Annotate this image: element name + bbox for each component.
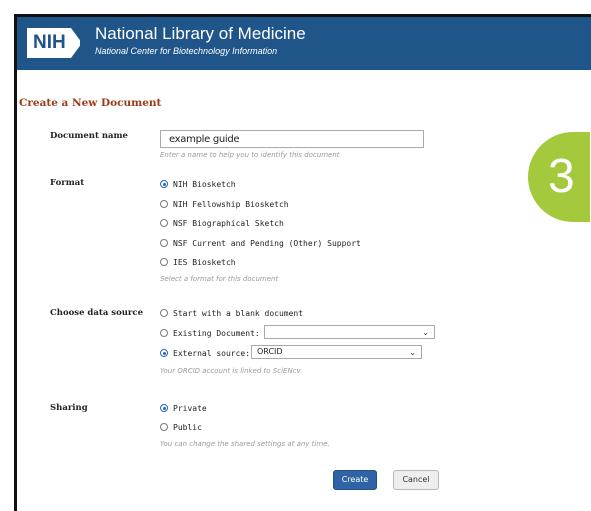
data-source-option-label: Existing Document: — [173, 328, 260, 338]
format-option-nih-biosketch[interactable]: NIH Biosketch — [160, 178, 236, 190]
radio-checked-icon[interactable] — [160, 180, 168, 188]
page-title: Create a New Document — [19, 97, 162, 109]
existing-document-select[interactable]: ⌄ — [264, 325, 435, 339]
format-option-label: NIH Fellowship Biosketch — [173, 199, 289, 209]
radio-checked-icon[interactable] — [160, 404, 168, 412]
sharing-label: Sharing — [50, 403, 88, 413]
external-source-select[interactable]: ORCID ⌄ — [251, 345, 422, 359]
external-source-select-value: ORCID — [257, 347, 283, 356]
document-name-hint: Enter a name to help you to identify thi… — [160, 151, 340, 159]
radio-unchecked-icon[interactable] — [160, 258, 168, 266]
radio-unchecked-icon[interactable] — [160, 309, 168, 317]
format-option-ies-biosketch[interactable]: IES Biosketch — [160, 256, 236, 268]
cancel-button[interactable]: Cancel — [393, 470, 439, 490]
chevron-down-icon: ⌄ — [422, 328, 429, 337]
document-name-label: Document name — [50, 131, 128, 141]
data-source-option-label: External source: — [173, 348, 251, 358]
format-option-label: NIH Biosketch — [173, 179, 236, 189]
frame-border-left — [14, 14, 17, 511]
sharing-option-private[interactable]: Private — [160, 402, 207, 414]
document-name-input[interactable]: example guide — [160, 130, 424, 148]
format-option-label: IES Biosketch — [173, 257, 236, 267]
data-source-hint: Your ORCID account is linked to SciENcv. — [160, 367, 303, 375]
step-number: 3 — [548, 150, 575, 203]
nih-logo-text: NIH — [27, 28, 71, 58]
data-source-option-label: Start with a blank document — [173, 308, 304, 318]
sharing-option-label: Public — [173, 422, 202, 432]
format-option-nih-fellowship-biosketch[interactable]: NIH Fellowship Biosketch — [160, 198, 289, 210]
radio-unchecked-icon[interactable] — [160, 329, 168, 337]
data-source-label: Choose data source — [50, 308, 143, 318]
library-subtitle: National Center for Biotechnology Inform… — [95, 46, 278, 56]
create-button[interactable]: Create — [333, 470, 377, 490]
site-header: NIH National Library of Medicine Nationa… — [17, 17, 591, 70]
data-source-option-blank[interactable]: Start with a blank document — [160, 307, 303, 319]
data-source-option-existing[interactable]: Existing Document: — [160, 327, 260, 339]
radio-unchecked-icon[interactable] — [160, 200, 168, 208]
data-source-option-external[interactable]: External source: — [160, 347, 250, 359]
sharing-hint: You can change the shared settings at an… — [160, 440, 330, 448]
nih-logo-arrow-inner-icon — [80, 32, 87, 54]
format-option-nsf-current-pending[interactable]: NSF Current and Pending (Other) Support — [160, 237, 361, 249]
radio-unchecked-icon[interactable] — [160, 423, 168, 431]
format-option-label: NSF Biographical Sketch — [173, 218, 284, 228]
sharing-option-public[interactable]: Public — [160, 421, 202, 433]
radio-checked-icon[interactable] — [160, 349, 168, 357]
format-label: Format — [50, 178, 85, 188]
nih-logo[interactable]: NIH — [27, 28, 87, 58]
library-title[interactable]: National Library of Medicine — [95, 24, 306, 44]
format-option-label: NSF Current and Pending (Other) Support — [173, 238, 361, 248]
radio-unchecked-icon[interactable] — [160, 219, 168, 227]
sharing-option-label: Private — [173, 403, 207, 413]
document-frame — [14, 14, 591, 511]
format-option-nsf-biographical-sketch[interactable]: NSF Biographical Sketch — [160, 217, 284, 229]
chevron-down-icon: ⌄ — [409, 348, 416, 357]
radio-unchecked-icon[interactable] — [160, 239, 168, 247]
format-hint: Select a format for this document — [160, 275, 279, 283]
